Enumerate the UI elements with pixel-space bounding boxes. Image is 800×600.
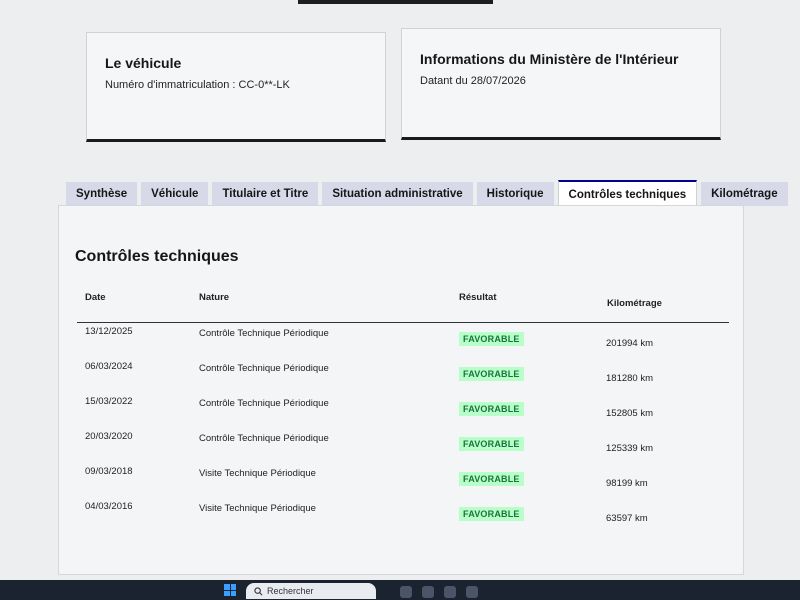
tab-vehicule[interactable]: Véhicule	[141, 182, 209, 206]
result-badge: FAVORABLE	[459, 367, 524, 381]
column-header-nature: Nature	[199, 292, 230, 303]
tab-historique[interactable]: Historique	[476, 182, 554, 206]
table-header-divider	[77, 322, 729, 323]
table-row: 20/03/2020 Contrôle Technique Périodique…	[59, 431, 743, 465]
tab-situation-administrative[interactable]: Situation administrative	[322, 182, 473, 206]
taskbar-search-input[interactable]: Rechercher	[246, 583, 376, 599]
table-row: 09/03/2018 Visite Technique Périodique F…	[59, 466, 743, 500]
ministry-card: Informations du Ministère de l'Intérieur…	[401, 28, 721, 140]
registration-number: Numéro d'immatriculation : CC-0**-LK	[105, 79, 290, 91]
top-bar-strip	[298, 0, 493, 4]
result-badge: FAVORABLE	[459, 472, 524, 486]
table-row: 06/03/2024 Contrôle Technique Périodique…	[59, 361, 743, 395]
row-date: 20/03/2020	[85, 431, 133, 442]
ministry-data-date: Datant du 28/07/2026	[420, 75, 526, 87]
row-date: 04/03/2016	[85, 501, 133, 512]
row-mileage: 152805 km	[606, 408, 654, 419]
table-row: 13/12/2025 Contrôle Technique Périodique…	[59, 326, 743, 360]
row-mileage: 181280 km	[606, 373, 654, 384]
column-header-result: Résultat	[459, 292, 497, 303]
table-row: 15/03/2022 Contrôle Technique Périodique…	[59, 396, 743, 430]
row-date: 15/03/2022	[85, 396, 133, 407]
app-icon[interactable]	[422, 586, 434, 598]
windows-icon[interactable]	[224, 584, 236, 596]
taskbar-app-icons	[400, 586, 478, 598]
result-badge: FAVORABLE	[459, 437, 524, 451]
result-badge: FAVORABLE	[459, 332, 524, 346]
row-mileage: 98199 km	[606, 478, 648, 489]
search-placeholder: Rechercher	[267, 586, 314, 596]
tab-controles-techniques[interactable]: Contrôles techniques	[557, 180, 698, 206]
tab-synthese[interactable]: Synthèse	[66, 182, 138, 206]
row-date: 09/03/2018	[85, 466, 133, 477]
table-row: 04/03/2016 Visite Technique Périodique F…	[59, 501, 743, 535]
result-badge: FAVORABLE	[459, 507, 524, 521]
row-nature: Contrôle Technique Périodique	[199, 363, 329, 374]
row-nature: Visite Technique Périodique	[199, 468, 316, 479]
controles-techniques-panel: Contrôles techniques Date Nature Résulta…	[58, 205, 744, 575]
app-icon[interactable]	[400, 586, 412, 598]
column-header-mileage: Kilométrage	[607, 298, 662, 309]
search-icon	[254, 587, 263, 596]
tab-bar: Synthèse Véhicule Titulaire et Titre Sit…	[66, 180, 788, 206]
column-header-date: Date	[85, 292, 106, 303]
app-icon[interactable]	[444, 586, 456, 598]
row-date: 06/03/2024	[85, 361, 133, 372]
row-nature: Contrôle Technique Périodique	[199, 328, 329, 339]
row-mileage: 63597 km	[606, 513, 648, 524]
row-nature: Contrôle Technique Périodique	[199, 433, 329, 444]
row-mileage: 125339 km	[606, 443, 654, 454]
row-date: 13/12/2025	[85, 326, 133, 337]
row-nature: Visite Technique Périodique	[199, 503, 316, 514]
result-badge: FAVORABLE	[459, 402, 524, 416]
tab-titulaire-et-titre[interactable]: Titulaire et Titre	[212, 182, 319, 206]
row-nature: Contrôle Technique Périodique	[199, 398, 329, 409]
app-icon[interactable]	[466, 586, 478, 598]
row-mileage: 201994 km	[606, 338, 654, 349]
section-title: Contrôles techniques	[75, 248, 239, 265]
vehicle-card-title: Le véhicule	[105, 55, 182, 71]
vehicle-card: Le véhicule Numéro d'immatriculation : C…	[86, 32, 386, 142]
tab-kilometrage[interactable]: Kilométrage	[701, 182, 788, 206]
ministry-card-title: Informations du Ministère de l'Intérieur	[420, 51, 679, 67]
